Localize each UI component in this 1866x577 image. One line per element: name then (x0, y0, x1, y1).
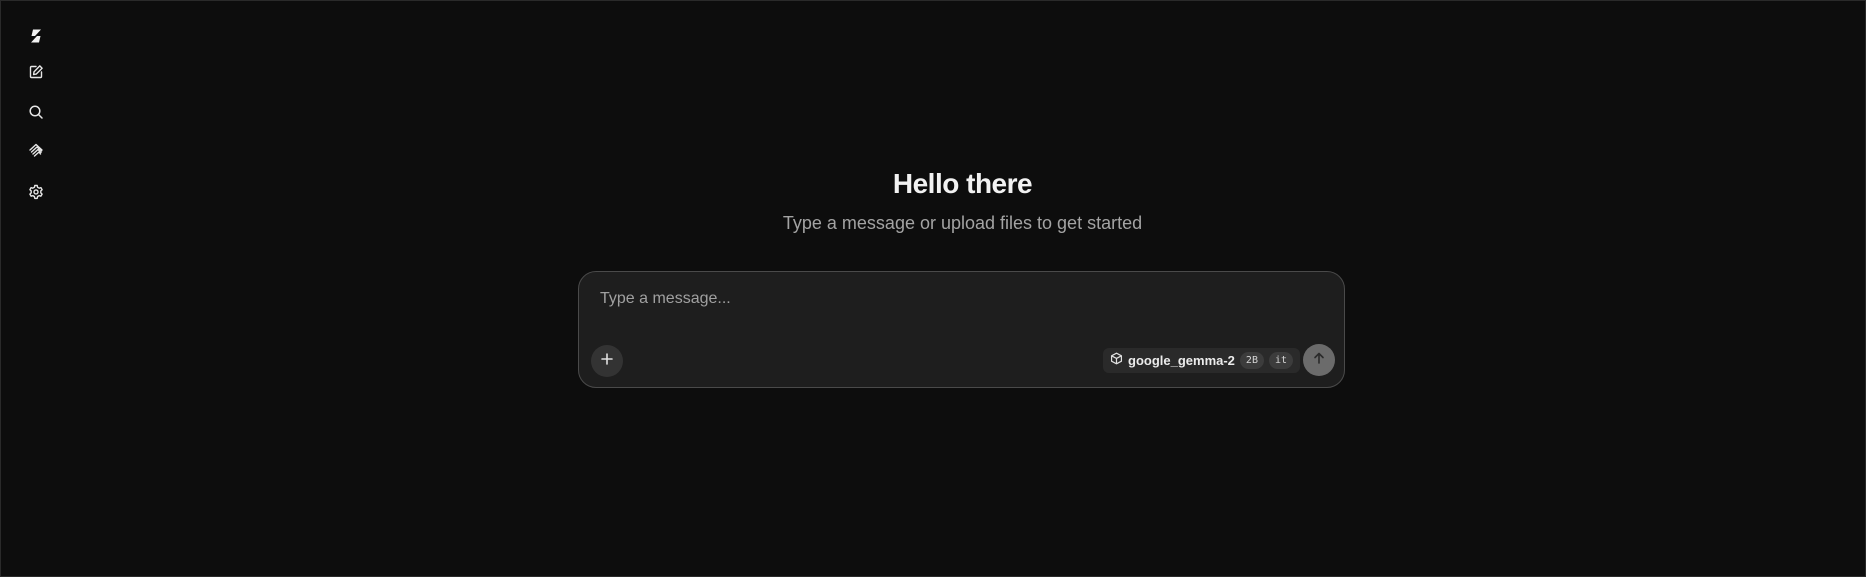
page-subtitle: Type a message or upload files to get st… (782, 213, 1143, 233)
cube-icon (1110, 352, 1123, 370)
model-variant-badge: it (1268, 352, 1294, 369)
model-size-badge: 2B (1239, 352, 1264, 369)
new-chat-icon[interactable] (23, 59, 49, 85)
send-button[interactable] (1303, 344, 1335, 376)
page-title: Hello there (892, 168, 1033, 199)
plus-icon (600, 352, 614, 371)
app-window: Hello there Type a message or upload fil… (0, 0, 1866, 577)
models-layers-icon[interactable] (23, 138, 49, 164)
attach-button[interactable] (591, 345, 623, 377)
arrow-up-icon (1312, 351, 1326, 370)
logo-bolt-icon[interactable] (23, 23, 49, 49)
model-selector[interactable]: google_gemma-2 2B it (1103, 348, 1301, 373)
search-icon[interactable] (23, 99, 49, 125)
gear-icon[interactable] (23, 179, 49, 205)
message-input[interactable] (598, 286, 1322, 312)
sidebar (1, 1, 71, 576)
message-composer: google_gemma-2 2B it (578, 271, 1345, 388)
model-name: google_gemma-2 (1128, 353, 1235, 368)
